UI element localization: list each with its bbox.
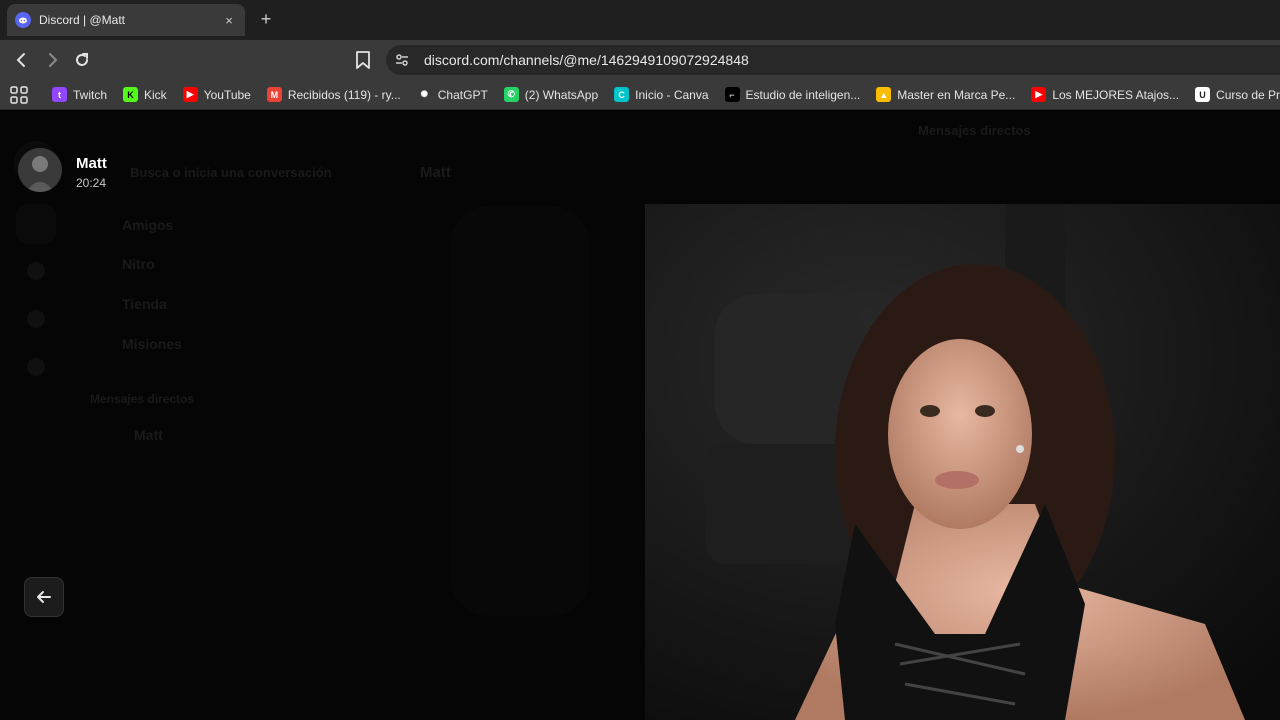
bookmark-master-en-marca-pe[interactable]: ▲ Master en Marca Pe... xyxy=(876,87,1015,102)
lightbox-image[interactable] xyxy=(645,204,1280,720)
close-lightbox-button[interactable] xyxy=(24,577,64,617)
bookmark-inicio-canva[interactable]: C Inicio - Canva xyxy=(614,87,709,102)
author-name[interactable]: Matt xyxy=(76,155,107,172)
dimmed-nav-nitro: Nitro xyxy=(122,256,155,272)
dimmed-explore-icon xyxy=(27,310,45,328)
bookmark-twitch[interactable]: t Twitch xyxy=(52,87,107,102)
dimmed-chat-image xyxy=(450,206,590,616)
forward-nav-icon[interactable] xyxy=(40,48,64,72)
dimmed-add-server-icon xyxy=(27,262,45,280)
active-tab[interactable]: Discord | @Matt × xyxy=(7,4,245,36)
bookmark-chatgpt[interactable]: ✺ ChatGPT xyxy=(416,87,488,102)
bookmark-2-whatsapp[interactable]: ✆ (2) WhatsApp xyxy=(503,87,599,102)
whatsapp-icon: ✆ xyxy=(503,87,519,102)
discord-page: Mensajes directos Busca o inicia una con… xyxy=(0,111,1280,720)
tab-close-icon[interactable]: × xyxy=(221,13,237,28)
site-settings-icon[interactable] xyxy=(394,52,410,68)
arrow-left-icon xyxy=(37,591,51,603)
bookmark-label: Estudio de inteligen... xyxy=(745,87,861,102)
canva-icon: C xyxy=(614,87,630,102)
address-bar[interactable]: discord.com/channels/@me/146294910907292… xyxy=(386,45,1280,75)
author-avatar[interactable] xyxy=(18,148,62,192)
bookmark-estudio-de-inteligen[interactable]: ⌐ Estudio de inteligen... xyxy=(724,87,861,102)
bookmark-label: (2) WhatsApp xyxy=(524,87,599,102)
bookmark-youtube[interactable]: ▶ YouTube xyxy=(182,87,251,102)
apps-grid-icon[interactable] xyxy=(10,85,28,105)
message-timestamp: 20:24 xyxy=(76,176,107,190)
bookmark-label: Recibidos (119) - ry... xyxy=(287,87,401,102)
youtube-icon: ▶ xyxy=(182,87,198,102)
bookmark-page-icon[interactable] xyxy=(354,50,372,70)
discord-icon xyxy=(15,12,31,28)
dimmed-top-label: Mensajes directos xyxy=(918,123,1031,138)
url-text: discord.com/channels/@me/146294910907292… xyxy=(424,52,749,68)
bookmark-label: Los MEJORES Atajos... xyxy=(1052,87,1180,102)
dimmed-download-icon xyxy=(27,358,45,376)
bookmark-label: Master en Marca Pe... xyxy=(897,87,1016,102)
back-nav-icon[interactable] xyxy=(10,48,34,72)
bookmark-kick[interactable]: K Kick xyxy=(123,87,167,102)
capcut-icon: ⌐ xyxy=(724,87,740,102)
kick-icon: K xyxy=(123,87,139,102)
browser-toolbar: discord.com/channels/@me/146294910907292… xyxy=(0,40,1280,80)
twitch-icon: t xyxy=(52,87,67,102)
bookmark-los-mejores-atajos[interactable]: ▶ Los MEJORES Atajos... xyxy=(1031,87,1179,102)
course-icon: U xyxy=(1195,87,1211,102)
dimmed-server-icon xyxy=(16,204,56,244)
bookmark-recibidos-119-ry[interactable]: M Recibidos (119) - ry... xyxy=(266,87,401,102)
dimmed-search: Busca o inicia una conversación xyxy=(130,165,332,180)
bookmarks-bar: t Twitch K Kick ▶ YouTube M Recibidos (119) - r… xyxy=(0,80,1280,110)
dimmed-nav-friends: Amigos xyxy=(122,217,174,233)
chatgpt-icon: ✺ xyxy=(416,87,432,102)
tab-title: Discord | @Matt xyxy=(39,13,125,27)
bookmark-label: Inicio - Canva xyxy=(635,87,709,102)
bookmark-label: Twitch xyxy=(73,87,108,102)
youtube-icon: ▶ xyxy=(1031,87,1047,102)
dimmed-dm-item: Matt xyxy=(134,427,163,443)
photo-content xyxy=(645,204,1280,720)
bookmark-label: ChatGPT xyxy=(437,87,488,102)
dimmed-nav-quests: Misiones xyxy=(122,336,182,352)
new-tab-button[interactable]: + xyxy=(256,9,276,29)
bookmark-label: Kick xyxy=(144,87,167,102)
bookmark-label: YouTube xyxy=(203,87,251,102)
google-drive-icon: ▲ xyxy=(876,87,892,102)
tab-strip: Discord | @Matt × + xyxy=(0,0,1280,40)
bookmark-label: Curso de Pr xyxy=(1216,87,1280,102)
dimmed-dm-section: Mensajes directos xyxy=(90,392,195,406)
gmail-icon: M xyxy=(266,87,282,102)
reload-icon[interactable] xyxy=(70,48,94,72)
dimmed-nav-store: Tienda xyxy=(122,296,167,312)
dimmed-channel-name: Matt xyxy=(420,164,451,181)
bookmark-curso-de-pr[interactable]: U Curso de Pr xyxy=(1195,87,1280,102)
